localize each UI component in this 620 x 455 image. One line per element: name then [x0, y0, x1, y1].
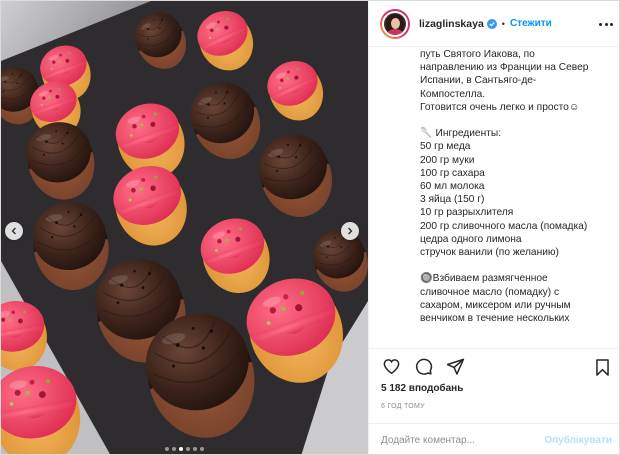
post-side-panel: lizaglinskaya • Стежити путь Святого Иак… — [368, 1, 619, 454]
caption-line: путь Святого Иакова, по — [420, 49, 535, 60]
caption-line: сахаром, миксером или ручным — [420, 299, 571, 311]
caption-line: 200 гр муки — [420, 154, 475, 166]
carousel-dot — [165, 447, 169, 451]
caption-line: Готовится очень легко и просто☺ — [420, 101, 580, 113]
post-header: lizaglinskaya • Стежити — [369, 1, 619, 47]
caption-line: стручок ванили (по желанию) — [420, 247, 559, 259]
caption-blank-line — [420, 259, 612, 272]
caption-line: цедра одного лимона — [420, 233, 522, 245]
header-separator: • — [501, 18, 505, 29]
publish-button[interactable]: Опублікувати — [544, 435, 612, 446]
chevron-right-icon — [348, 227, 353, 235]
username-link[interactable]: lizaglinskaya — [419, 18, 484, 30]
caption-line: сливочное масло (помадку) с — [420, 286, 560, 298]
madeleines-photo — [1, 1, 368, 454]
post-caption: путь Святого Иакова, по направлению из Фр… — [369, 48, 619, 348]
carousel-dot — [179, 447, 183, 451]
caption-line: 50 гр меда — [420, 141, 471, 153]
caption-line: 60 мл молока — [420, 181, 485, 193]
carousel-prev-button[interactable] — [5, 222, 23, 240]
heart-icon — [383, 359, 399, 375]
caption-line: 200 гр сливочного масла (помадка) — [420, 220, 588, 232]
carousel-dot — [200, 447, 204, 451]
action-bar — [369, 348, 619, 384]
bookmark-icon — [595, 358, 609, 376]
more-options-icon[interactable] — [599, 17, 613, 31]
caption-line: Испании, в Сантьяго-де- — [420, 75, 537, 87]
likes-count[interactable]: 5 182 вподобань — [381, 383, 463, 394]
caption-line: 🔘Взбиваем размягченное — [420, 273, 548, 285]
carousel-dot — [172, 447, 176, 451]
comment-bar: Опублікувати — [369, 423, 619, 454]
comment-input[interactable] — [381, 434, 545, 446]
caption-blank-line — [420, 114, 612, 127]
post-photo[interactable] — [1, 1, 368, 454]
carousel-dots — [1, 447, 368, 451]
comment-button[interactable] — [413, 357, 433, 377]
avatar-image — [382, 10, 408, 37]
follow-button[interactable]: Стежити — [510, 18, 552, 29]
verified-badge-icon — [486, 18, 497, 29]
carousel-dot — [193, 447, 197, 451]
caption-line: 3 яйца (150 г) — [420, 194, 485, 206]
carousel-next-button[interactable] — [341, 222, 359, 240]
save-button[interactable] — [592, 357, 612, 377]
caption-line: Компостелла. — [420, 88, 486, 100]
caption-line: 10 гр разрыхлителя — [420, 207, 514, 219]
caption-line: направлению из Франции на Север — [420, 62, 589, 74]
like-button[interactable] — [381, 357, 401, 377]
share-icon — [446, 358, 464, 375]
chevron-left-icon — [11, 227, 16, 235]
avatar[interactable] — [380, 8, 410, 39]
caption-line: 🥄 Ингредиенты: — [420, 128, 502, 140]
carousel-dot — [186, 447, 190, 451]
share-button[interactable] — [445, 357, 465, 377]
comment-icon — [415, 358, 432, 375]
caption-line: 100 гр сахара — [420, 167, 485, 179]
post-timestamp[interactable]: 6 год тому — [381, 403, 425, 410]
instagram-post: lizaglinskaya • Стежити путь Святого Иак… — [0, 0, 620, 455]
caption-line: венчиком в течение нескольких — [420, 313, 570, 325]
